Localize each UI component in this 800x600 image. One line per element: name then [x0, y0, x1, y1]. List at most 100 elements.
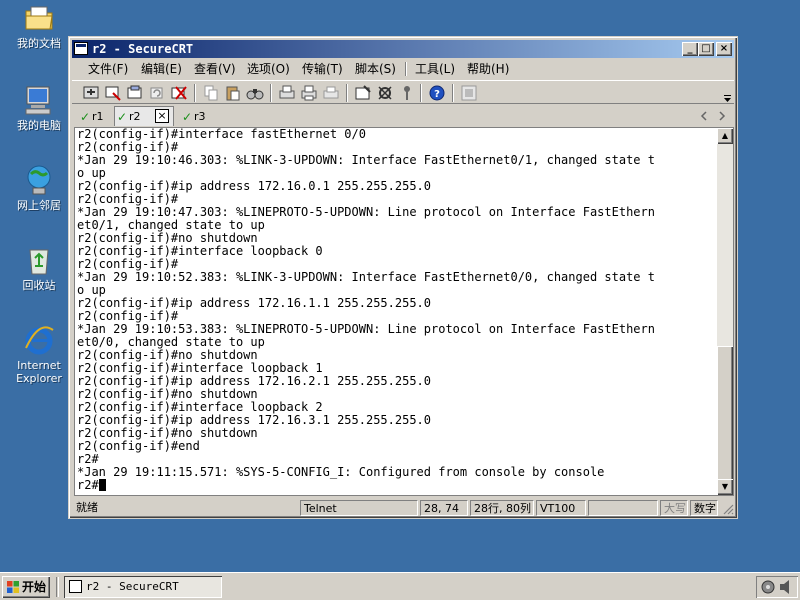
securecrt-task-icon	[69, 580, 82, 593]
terminal-line: r2(config-if)#end	[77, 439, 200, 453]
terminal-cursor	[98, 479, 106, 491]
taskbar: 开始 r2 - SecureCRT	[0, 572, 800, 600]
toolbar-separator	[420, 84, 422, 102]
tab-scroll-right-icon[interactable]	[718, 111, 726, 121]
desktop-icon-label: 回收站	[22, 279, 56, 292]
recycle-bin-icon	[23, 244, 55, 276]
help-icon[interactable]: ?	[428, 84, 446, 102]
status-caps-lock: 大写	[660, 500, 688, 516]
toolbar: ?	[72, 80, 734, 104]
status-num-lock: 数字	[690, 500, 718, 516]
menu-separator	[405, 62, 407, 76]
tray-network-icon[interactable]	[760, 579, 776, 595]
quick-connect-icon[interactable]	[104, 84, 122, 102]
status-bar: 就绪 Telnet 28, 74 28行, 80列 VT100 大写 数字	[72, 499, 734, 517]
scroll-thumb[interactable]	[717, 346, 733, 481]
window-title: r2 - SecureCRT	[92, 42, 194, 56]
desktop-icon-internet-explorer[interactable]: Internet Explorer	[6, 324, 72, 385]
tab-r1[interactable]: ✓ r1	[78, 108, 108, 126]
svg-text:?: ?	[434, 89, 440, 100]
reconnect-icon[interactable]	[148, 84, 166, 102]
desktop-icon-my-documents[interactable]: 我的文档	[6, 2, 72, 50]
find-icon[interactable]	[246, 84, 264, 102]
session-tabs: ✓ r1 ✓ r2 × ✓ r3	[72, 106, 734, 126]
resize-grip-icon[interactable]	[722, 503, 734, 515]
tab-r2[interactable]: ✓ r2 ×	[114, 106, 174, 126]
connected-check-icon: ✓	[80, 110, 91, 124]
copy-icon[interactable]	[202, 84, 220, 102]
menu-help[interactable]: 帮助(H)	[467, 59, 509, 79]
toolbar-separator	[452, 84, 454, 102]
system-tray	[756, 576, 798, 598]
desktop-icon-my-computer[interactable]: 我的电脑	[6, 84, 72, 132]
desktop-icon-label: 我的电脑	[17, 119, 61, 132]
tray-volume-icon[interactable]	[778, 579, 794, 595]
connect-icon[interactable]	[82, 84, 100, 102]
session-options-icon[interactable]	[354, 84, 372, 102]
terminal-prompt-line: r2#	[77, 479, 717, 492]
disconnect-icon[interactable]	[170, 84, 188, 102]
menu-transfer[interactable]: 传输(T)	[302, 59, 343, 79]
terminal-line: *Jan 29 19:10:52.383: %LINK-3-UPDOWN: In…	[77, 270, 655, 284]
tab-r3[interactable]: ✓ r3	[180, 108, 210, 126]
windows-logo-icon	[7, 581, 19, 593]
paste-icon[interactable]	[224, 84, 242, 102]
desktop-icon-label: 我的文档	[17, 37, 61, 50]
menu-edit[interactable]: 编辑(E)	[141, 59, 182, 79]
terminal-scrollbar[interactable]: ▲ ▼	[717, 128, 733, 495]
scroll-up-icon[interactable]: ▲	[717, 128, 733, 144]
taskbar-item-label: r2 - SecureCRT	[86, 580, 179, 593]
status-cursor-position: 28, 74	[420, 500, 468, 516]
computer-icon	[23, 84, 55, 116]
keymap-icon[interactable]	[398, 84, 416, 102]
status-ready: 就绪	[76, 501, 98, 514]
terminal-line: *Jan 29 19:11:15.571: %SYS-5-CONFIG_I: C…	[77, 465, 605, 479]
status-dimensions: 28行, 80列	[470, 500, 534, 516]
scroll-down-icon[interactable]: ▼	[717, 479, 733, 495]
desktop-icon-label: 网上邻居	[17, 199, 61, 212]
menu-options[interactable]: 选项(O)	[247, 59, 290, 79]
close-button[interactable]: ×	[716, 42, 732, 56]
menu-script[interactable]: 脚本(S)	[355, 59, 396, 79]
network-globe-icon	[23, 164, 55, 196]
connected-check-icon: ✓	[182, 110, 193, 124]
menu-tools[interactable]: 工具(L)	[415, 59, 455, 79]
print-selection-icon[interactable]	[300, 84, 318, 102]
terminal-line: *Jan 29 19:10:46.303: %LINK-3-UPDOWN: In…	[77, 153, 655, 167]
taskbar-item-securecrt[interactable]: r2 - SecureCRT	[64, 576, 222, 598]
toolbar-extra-icon[interactable]	[460, 84, 478, 102]
connect-in-tab-icon[interactable]	[126, 84, 144, 102]
minimize-button[interactable]: _	[682, 42, 698, 56]
internet-explorer-icon	[23, 324, 55, 356]
global-options-icon[interactable]	[376, 84, 394, 102]
terminal-output: r2(config-if)#interface fastEthernet 0/0…	[77, 128, 717, 492]
title-bar[interactable]: r2 - SecureCRT _ □ ×	[72, 40, 734, 58]
status-emulation: VT100	[536, 500, 586, 516]
terminal-prompt: r2#	[77, 478, 99, 492]
toolbar-separator	[270, 84, 272, 102]
desktop-icon-network[interactable]: 网上邻居	[6, 164, 72, 212]
tab-label: r3	[194, 110, 206, 123]
tab-scroll-left-icon[interactable]	[700, 111, 708, 121]
print-setup-icon[interactable]	[278, 84, 296, 102]
toolbar-separator	[346, 84, 348, 102]
terminal-screen[interactable]: r2(config-if)#interface fastEthernet 0/0…	[74, 127, 734, 496]
toolbar-overflow-icon[interactable]	[723, 95, 732, 104]
connected-check-icon: ✓	[117, 110, 128, 124]
toolbar-separator	[194, 84, 196, 102]
start-button[interactable]: 开始	[2, 576, 50, 598]
print-icon[interactable]	[322, 84, 340, 102]
status-blank	[588, 500, 658, 516]
menu-view[interactable]: 查看(V)	[194, 59, 236, 79]
start-label: 开始	[22, 580, 47, 594]
desktop-icon-recycle-bin[interactable]: 回收站	[6, 244, 72, 292]
status-protocol: Telnet	[300, 500, 418, 516]
menu-bar: 文件(F) 编辑(E) 查看(V) 选项(O) 传输(T) 脚本(S) 工具(L…	[72, 59, 734, 79]
taskbar-separator	[56, 577, 59, 597]
tab-close-icon[interactable]: ×	[155, 109, 169, 123]
securecrt-app-icon[interactable]	[74, 42, 88, 55]
maximize-button[interactable]: □	[698, 42, 714, 56]
securecrt-window: r2 - SecureCRT _ □ × 文件(F) 编辑(E) 查看(V) 选…	[68, 36, 738, 519]
menu-file[interactable]: 文件(F)	[88, 59, 128, 79]
tab-label: r2	[129, 110, 141, 123]
